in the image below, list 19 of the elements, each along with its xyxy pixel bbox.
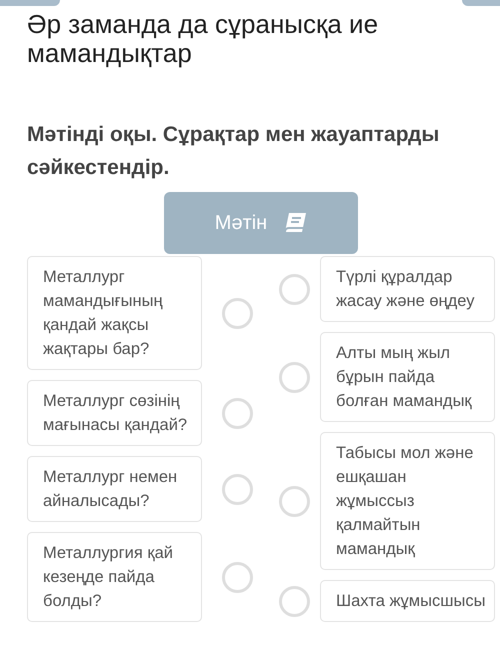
answer-card[interactable]: Табысы мол және ешқашан жұмыссыз қалмайтын мамандық [320,432,495,570]
answer-card[interactable]: Алты мың жыл бұрын пайда болған мамандық [320,332,495,422]
match-handle[interactable] [279,486,310,516]
match-handle[interactable] [222,398,253,428]
question-card[interactable]: Металлургия қай кезеңде пайда болды? [27,532,202,622]
page-title: Әр заманда да сұранысқа ие мамандықтар [26,8,380,68]
match-handle[interactable] [222,474,253,504]
answer-card[interactable]: Шахта жұмысшысы [320,580,495,622]
match-handle[interactable] [279,586,310,616]
book-icon [283,212,308,234]
match-handle[interactable] [279,362,310,392]
match-handle[interactable] [222,562,253,592]
question-card[interactable]: Металлург немен айналысады? [27,456,202,522]
question-card[interactable]: Металлург мамандығының қандай жақсы жақтары бар? [27,256,202,370]
question-card[interactable]: Металлург сөзінің мағынасы қандай? [27,380,202,446]
match-handle[interactable] [279,274,310,304]
instruction-text: Мәтінді оқы. Сұрақтар мен жауаптарды сәйкестендір. [26,122,440,181]
match-handle[interactable] [222,298,253,328]
answer-card[interactable]: Түрлі құралдар жасау және өңдеу [320,256,495,322]
